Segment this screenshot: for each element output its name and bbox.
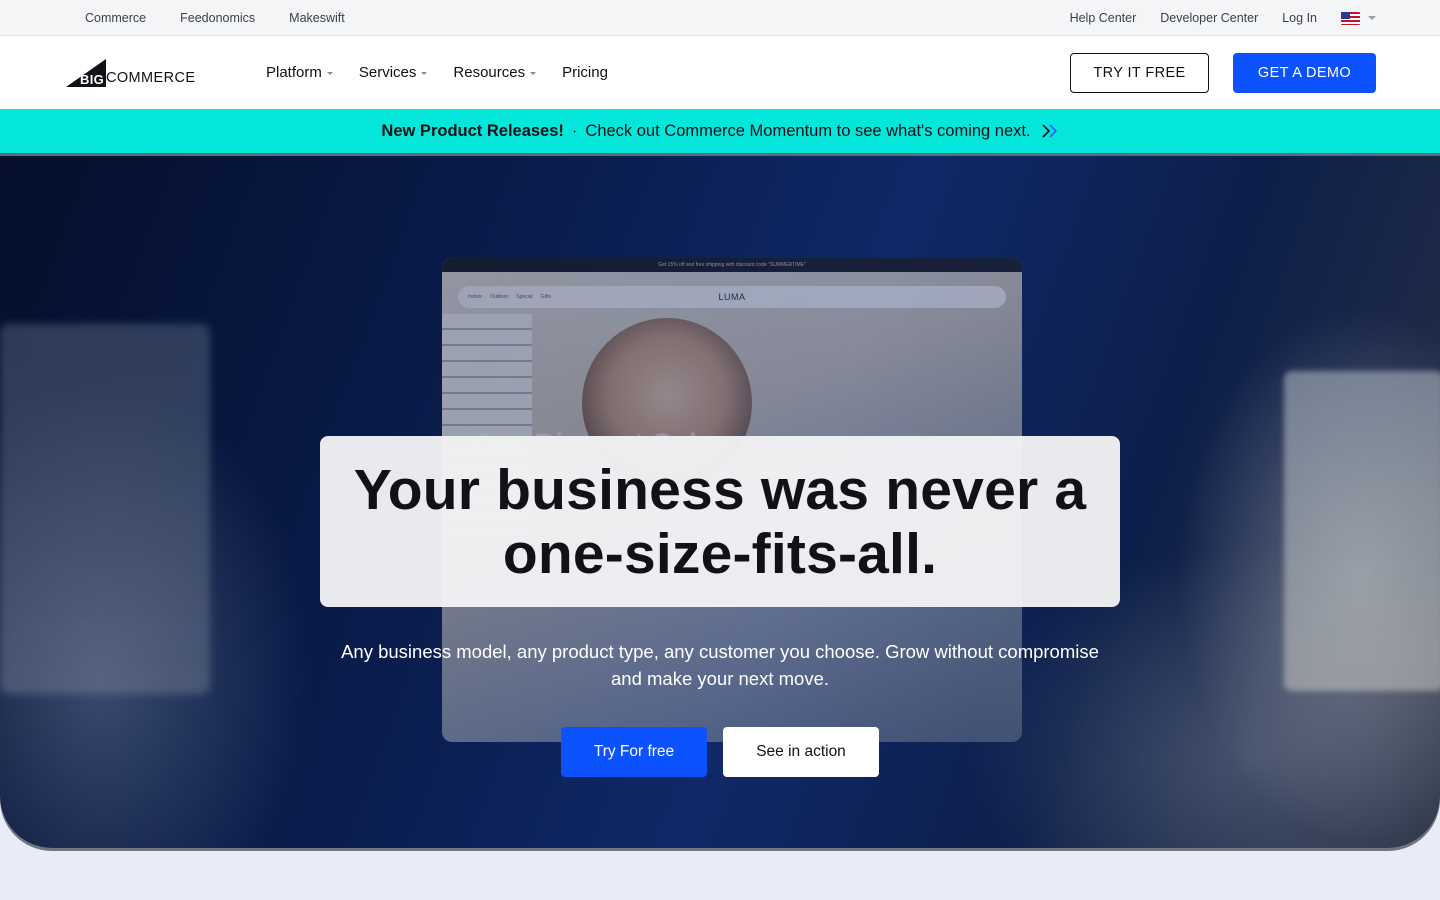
nav-item-services[interactable]: Services bbox=[359, 64, 428, 81]
try-for-free-button[interactable]: Try For free bbox=[561, 727, 707, 777]
nav-item-label: Services bbox=[358, 64, 417, 81]
help-center-link[interactable]: Help Center bbox=[1070, 11, 1137, 25]
logo-mark: BIG bbox=[66, 58, 108, 88]
double-chevron-right-icon bbox=[1041, 124, 1059, 138]
utility-left-links: Commerce Feedonomics Makeswift bbox=[85, 0, 345, 36]
logo-commerce-text: COMMERCE bbox=[106, 70, 196, 86]
utility-right-links: Help Center Developer Center Log In bbox=[1070, 0, 1376, 36]
announcement-title: New Product Releases! bbox=[381, 121, 564, 140]
announcement-separator: · bbox=[571, 121, 578, 140]
nav-item-label: Pricing bbox=[562, 64, 608, 81]
announcement-banner[interactable]: New Product Releases! · Check out Commer… bbox=[0, 109, 1440, 156]
hero-headline-box: Your business was never a one-size-fits-… bbox=[320, 436, 1120, 607]
chevron-down-icon bbox=[530, 72, 537, 75]
us-flag-icon bbox=[1341, 11, 1360, 25]
utility-bar: Commerce Feedonomics Makeswift Help Cent… bbox=[0, 0, 1440, 36]
chevron-down-icon bbox=[1368, 16, 1376, 20]
get-a-demo-button[interactable]: GET A DEMO bbox=[1233, 53, 1376, 93]
main-nav: BIG COMMERCE Platform Services Resources… bbox=[0, 36, 1440, 109]
primary-nav: Platform Services Resources Pricing bbox=[266, 36, 608, 109]
try-it-free-button[interactable]: TRY IT FREE bbox=[1070, 53, 1209, 93]
announcement-message: Check out Commerce Momentum to see what'… bbox=[585, 121, 1031, 140]
blurred-side-image-left bbox=[0, 324, 210, 694]
hero-section: Get 15% off and free shipping with disco… bbox=[0, 156, 1440, 848]
chevron-down-icon bbox=[326, 72, 333, 75]
bigcommerce-logo[interactable]: BIG COMMERCE bbox=[66, 54, 206, 88]
hero-headline: Your business was never a one-size-fits-… bbox=[353, 457, 1087, 586]
nav-item-platform[interactable]: Platform bbox=[266, 64, 333, 81]
nav-item-label: Resources bbox=[453, 64, 526, 81]
nav-item-pricing[interactable]: Pricing bbox=[562, 64, 608, 81]
storefront-nav-bar: Indoor Outdoor Special Gifts LUMA bbox=[458, 286, 1006, 308]
log-in-link[interactable]: Log In bbox=[1282, 11, 1317, 25]
utility-link-feedonomics[interactable]: Feedonomics bbox=[180, 11, 255, 25]
hero-subtext: Any business model, any product type, an… bbox=[341, 641, 1099, 689]
locale-selector[interactable] bbox=[1341, 11, 1376, 25]
nav-item-resources[interactable]: Resources bbox=[453, 64, 537, 81]
storefront-promo-bar: Get 15% off and free shipping with disco… bbox=[442, 258, 1022, 272]
developer-center-link[interactable]: Developer Center bbox=[1160, 11, 1258, 25]
chevron-down-icon bbox=[421, 72, 428, 75]
storefront-brand: LUMA bbox=[718, 292, 746, 302]
utility-link-commerce[interactable]: Commerce bbox=[85, 11, 146, 25]
see-in-action-button[interactable]: See in action bbox=[723, 727, 879, 777]
logo-big-text: BIG bbox=[80, 72, 105, 87]
nav-item-label: Platform bbox=[266, 64, 322, 81]
blurred-side-image-right bbox=[1284, 371, 1440, 691]
utility-link-makeswift[interactable]: Makeswift bbox=[289, 11, 345, 25]
